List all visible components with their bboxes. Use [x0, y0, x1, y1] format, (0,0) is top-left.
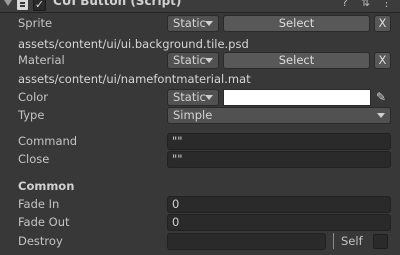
material-clear-button[interactable]: X	[374, 52, 391, 69]
chevron-down-icon	[205, 21, 213, 26]
sprite-clear-button[interactable]: X	[374, 15, 391, 32]
destroy-field[interactable]	[167, 233, 326, 250]
presets-icon[interactable]: ⇅	[361, 0, 370, 10]
material-path: assets/content/ui/namefontmaterial.mat	[18, 72, 251, 86]
type-dropdown[interactable]: Simple	[167, 107, 391, 124]
command-field[interactable]: ""	[167, 133, 391, 150]
sprite-mode-dropdown[interactable]: Static	[167, 15, 219, 32]
fade-in-label: Fade In	[18, 197, 60, 211]
destroy-label: Destroy	[18, 234, 63, 248]
fold-arrow-icon[interactable]	[4, 0, 12, 6]
self-checkbox[interactable]	[373, 234, 388, 249]
fade-in-field[interactable]: 0	[167, 196, 391, 213]
component-enabled-checkbox[interactable]: ✓	[33, 0, 46, 11]
material-label: Material	[18, 53, 65, 67]
check-icon: ✓	[34, 0, 45, 11]
command-label: Command	[18, 134, 78, 148]
chevron-down-icon	[205, 95, 213, 100]
chevron-down-icon	[377, 113, 385, 118]
common-heading: Common	[18, 179, 75, 193]
chevron-down-icon	[205, 58, 213, 63]
material-select-button[interactable]: Select	[223, 52, 370, 69]
help-icon[interactable]: ?	[342, 0, 348, 10]
color-mode-dropdown[interactable]: Static	[167, 89, 219, 106]
close-label: Close	[18, 152, 50, 166]
script-icon	[17, 0, 28, 10]
self-label: Self	[341, 234, 363, 248]
material-mode-dropdown[interactable]: Static	[167, 52, 219, 69]
close-field[interactable]: ""	[167, 151, 391, 168]
color-label: Color	[18, 90, 49, 104]
sprite-path: assets/content/ui/ui.background.tile.psd	[18, 37, 249, 51]
fade-out-field[interactable]: 0	[167, 214, 391, 231]
sprite-select-button[interactable]: Select	[223, 15, 370, 32]
type-label: Type	[18, 108, 45, 122]
context-menu-icon[interactable]: ⋮	[381, 0, 392, 10]
sprite-label: Sprite	[18, 16, 53, 30]
divider	[333, 233, 334, 249]
fade-out-label: Fade Out	[18, 215, 70, 229]
eyedropper-icon[interactable]: ✎	[376, 89, 386, 106]
color-swatch[interactable]	[223, 89, 371, 106]
component-title: CUI Button (Script)	[53, 0, 182, 8]
